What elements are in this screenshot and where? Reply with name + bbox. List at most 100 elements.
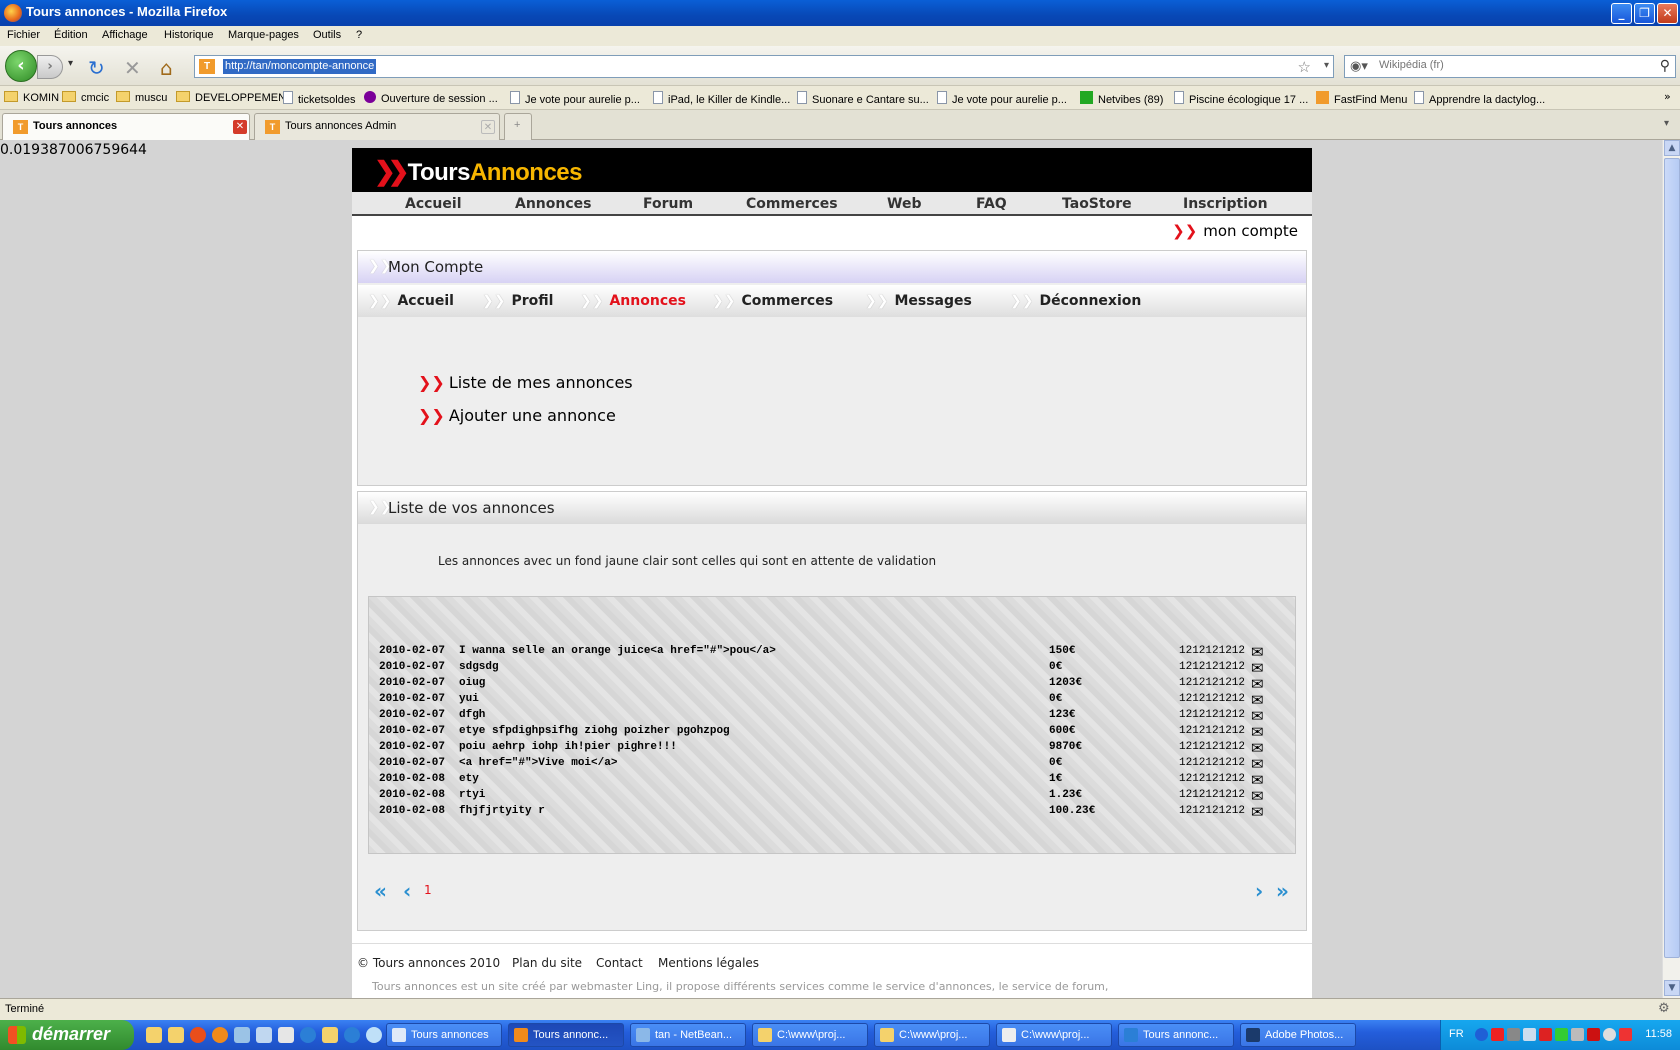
- mail-icon[interactable]: ✉: [1251, 660, 1264, 676]
- clock-app-icon[interactable]: [1603, 1028, 1616, 1041]
- table-row[interactable]: 2010-02-07 poiu aehrp iohp ih!pier pighre…: [379, 740, 1279, 757]
- bookmark-12[interactable]: FastFind Menu: [1316, 91, 1407, 106]
- taskbar-item[interactable]: C:\www\proj...: [874, 1023, 990, 1047]
- mail-icon[interactable]: ✉: [1251, 724, 1264, 740]
- subnav-annonces[interactable]: ❯❯ Annonces: [580, 293, 686, 309]
- site-nav-web[interactable]: Web: [887, 196, 921, 212]
- table-row[interactable]: 2010-02-07 dfgh 123€ 1212121212 ✉: [379, 708, 1279, 725]
- search-engine-icon[interactable]: ◉▾: [1350, 59, 1368, 74]
- url-dropdown-icon[interactable]: ▾: [1324, 60, 1329, 71]
- table-row[interactable]: 2010-02-07 etye sfpdighpsifhg ziohg poizh…: [379, 724, 1279, 741]
- link-ajouter-annonce[interactable]: ❯❯ Ajouter une annonce: [418, 406, 616, 425]
- bookmark-0[interactable]: KOMIN: [4, 91, 59, 104]
- star-bookmark-icon[interactable]: ☆: [1298, 58, 1311, 76]
- bookmark-8[interactable]: Suonare e Cantare su...: [797, 91, 929, 106]
- firefox-icon[interactable]: [212, 1027, 228, 1043]
- scroll-down-icon[interactable]: ▼: [1664, 980, 1680, 996]
- subnav-messages[interactable]: ❯❯ Messages: [865, 293, 972, 309]
- bookmark-1[interactable]: cmcic: [62, 91, 109, 104]
- bookmark-13[interactable]: Apprendre la dactylog...: [1414, 91, 1545, 106]
- table-row[interactable]: 2010-02-07 oiug 1203€ 1212121212 ✉: [379, 676, 1279, 693]
- mail-icon[interactable]: ✉: [1251, 644, 1264, 660]
- menu-outils[interactable]: Outils: [313, 29, 341, 41]
- search-bar[interactable]: ◉▾ ⚲: [1344, 55, 1676, 78]
- tab-close-icon[interactable]: ✕: [481, 120, 495, 134]
- table-row[interactable]: 2010-02-07 yui 0€ 1212121212 ✉: [379, 692, 1279, 709]
- ad-title[interactable]: yui: [459, 693, 479, 705]
- bookmark-6[interactable]: Je vote pour aurelie p...: [510, 91, 640, 106]
- home-icon[interactable]: ⌂: [160, 56, 173, 80]
- menu-fichier[interactable]: Fichier: [7, 29, 40, 41]
- subnav-commerces[interactable]: ❯❯ Commerces: [712, 293, 833, 309]
- ad-title[interactable]: sdgsdg: [459, 661, 499, 673]
- menu-historique[interactable]: Historique: [164, 29, 214, 41]
- acrobat-icon[interactable]: [1619, 1028, 1632, 1041]
- menu-affichage[interactable]: Affichage: [102, 29, 148, 41]
- bookmark-9[interactable]: Je vote pour aurelie p...: [937, 91, 1067, 106]
- bookmark-11[interactable]: Piscine écologique 17 ...: [1174, 91, 1308, 106]
- scroll-up-icon[interactable]: ▲: [1664, 140, 1680, 156]
- site-nav-commerces[interactable]: Commerces: [746, 196, 838, 212]
- ie-icon[interactable]: [300, 1027, 316, 1043]
- site-nav-faq[interactable]: FAQ: [976, 196, 1007, 212]
- folder-icon[interactable]: [168, 1027, 184, 1043]
- ie-icon[interactable]: [344, 1027, 360, 1043]
- search-icon[interactable]: ⚲: [1660, 58, 1670, 74]
- mail-icon[interactable]: ✉: [1251, 804, 1264, 820]
- address-bar[interactable]: T http://tan/moncompte-annonce ☆ ▾: [194, 55, 1334, 78]
- mail-icon[interactable]: ✉: [1251, 756, 1264, 772]
- subnav-accueil[interactable]: ❯❯ Accueil: [368, 293, 454, 309]
- site-nav-accueil[interactable]: Accueil: [405, 196, 462, 212]
- taskbar-item[interactable]: Tours annonc...: [1118, 1023, 1234, 1047]
- search-input[interactable]: [1379, 59, 1639, 71]
- network-icon[interactable]: [1507, 1028, 1520, 1041]
- site-nav-annonces[interactable]: Annonces: [515, 196, 591, 212]
- vertical-scrollbar[interactable]: ▲ ▼: [1662, 140, 1680, 998]
- chrome-icon[interactable]: [190, 1027, 206, 1043]
- close-window-button[interactable]: ✕: [1657, 3, 1678, 24]
- antivirus-icon[interactable]: [1587, 1028, 1600, 1041]
- bookmark-10[interactable]: Netvibes (89): [1080, 91, 1163, 106]
- table-row[interactable]: 2010-02-08 fhjfjrtyity r 100.23€ 1212121212…: [379, 804, 1279, 821]
- tab-tours-annonces[interactable]: T Tours annonces ✕: [2, 113, 250, 140]
- users-icon[interactable]: [234, 1027, 250, 1043]
- volume-icon[interactable]: [1571, 1028, 1584, 1041]
- subnav-deconnexion[interactable]: ❯❯ Déconnexion: [1010, 293, 1141, 309]
- pager-prev-icon[interactable]: ‹: [403, 879, 411, 903]
- bookmarks-overflow-icon[interactable]: »: [1664, 90, 1671, 103]
- stop-icon[interactable]: ✕: [124, 56, 141, 80]
- mail-icon[interactable]: ✉: [1251, 772, 1264, 788]
- ad-title[interactable]: ety: [459, 773, 479, 785]
- site-nav-inscription[interactable]: Inscription: [1183, 196, 1268, 212]
- link-liste-annonces[interactable]: ❯❯ Liste de mes annonces: [418, 373, 633, 392]
- notepad-icon[interactable]: [278, 1027, 294, 1043]
- table-row[interactable]: 2010-02-08 rtyi 1.23€ 1212121212 ✉: [379, 788, 1279, 805]
- footer-mentions-legales[interactable]: Mentions légales: [658, 956, 759, 970]
- taskbar-item[interactable]: C:\www\proj...: [996, 1023, 1112, 1047]
- site-nav-forum[interactable]: Forum: [643, 196, 693, 212]
- security-shield-icon[interactable]: [1539, 1028, 1552, 1041]
- ad-title[interactable]: <a href="#">Vive moi</a>: [459, 757, 617, 769]
- table-row[interactable]: 2010-02-07 <a href="#">Vive moi</a> 0€ 1212…: [379, 756, 1279, 773]
- menu-marque-pages[interactable]: Marque-pages: [228, 29, 299, 41]
- subnav-profil[interactable]: ❯❯ Profil: [482, 293, 553, 309]
- mail-icon[interactable]: ✉: [1251, 788, 1264, 804]
- ad-title[interactable]: I wanna selle an orange juice<a href="#"…: [459, 645, 776, 657]
- ad-title[interactable]: etye sfpdighpsifhg ziohg poizher pgohzpo…: [459, 725, 730, 737]
- tools-icon[interactable]: [256, 1027, 272, 1043]
- history-dropdown-icon[interactable]: ▾: [68, 58, 73, 69]
- mail-icon[interactable]: ✉: [1251, 740, 1264, 756]
- gear-icon[interactable]: ⚙: [1658, 1001, 1670, 1016]
- table-row[interactable]: 2010-02-07 sdgsdg 0€ 1212121212 ✉: [379, 660, 1279, 677]
- table-row[interactable]: 2010-02-07 I wanna selle an orange juice<…: [379, 644, 1279, 661]
- new-tab-button[interactable]: +: [504, 113, 532, 140]
- mon-compte-link[interactable]: ❯❯ mon compte: [1172, 222, 1298, 240]
- pager-next-icon[interactable]: ›: [1255, 879, 1263, 903]
- footer-contact[interactable]: Contact: [596, 956, 643, 970]
- pager-current-page[interactable]: 1: [424, 883, 432, 897]
- bookmark-4[interactable]: ticketsoldes: [283, 91, 355, 106]
- tab-list-dropdown-icon[interactable]: ▾: [1664, 118, 1669, 129]
- menu-edition[interactable]: Édition: [54, 29, 88, 41]
- folder-icon[interactable]: [146, 1027, 162, 1043]
- tab-close-icon[interactable]: ✕: [233, 120, 247, 134]
